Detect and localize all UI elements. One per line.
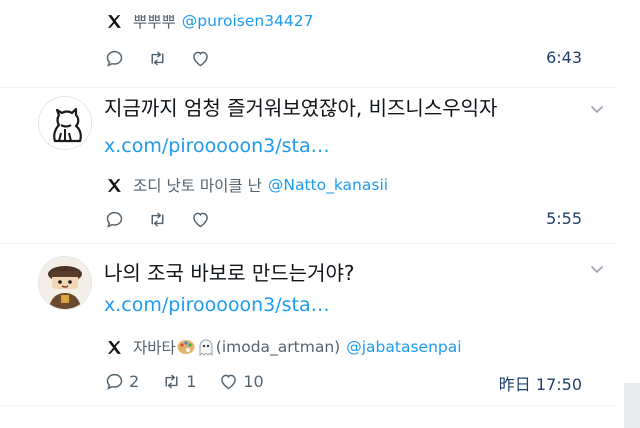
scrollbar[interactable] — [624, 383, 640, 428]
source-row: 자바타 (imoda_artman) @jabatasenpai — [106, 336, 462, 358]
tweet-link[interactable]: x.com/pirooooon3/sta… — [104, 291, 330, 319]
reply-button[interactable] — [104, 48, 125, 69]
x-logo-icon — [106, 13, 123, 30]
more-options-button[interactable] — [588, 100, 606, 118]
source-name-suffix: (imoda_artman) — [215, 338, 341, 356]
reply-bubble-icon — [106, 373, 123, 390]
tweet-1[interactable]: 뿌뿌뿌 @puroisen34427 6:43 — [0, 0, 620, 90]
source-name-prefix: 자바타 — [133, 339, 176, 357]
source-handle[interactable]: @jabatasenpai — [346, 338, 461, 356]
action-bar — [104, 207, 233, 231]
tweet-feed: 뿌뿌뿌 @puroisen34427 6:43 지금까지 엄청 즐거워보였잖아,… — [0, 0, 640, 428]
source-display-name: 뿌뿌뿌 — [133, 13, 176, 31]
reply-count: 2 — [129, 371, 140, 391]
heart-icon — [193, 51, 208, 66]
tweet-timestamp[interactable]: 6:43 — [546, 48, 582, 67]
x-logo-icon — [106, 177, 123, 194]
reply-bubble-icon — [106, 211, 123, 228]
action-bar — [104, 46, 233, 70]
tweet-text: 지금까지 엄청 즐거워보였잖아, 비즈니스우익자 — [104, 96, 498, 120]
chevron-down-icon — [591, 266, 603, 274]
tweet-2[interactable]: 지금까지 엄청 즐거워보였잖아, 비즈니스우익자 x.com/pirooooon… — [0, 88, 620, 244]
chevron-down-icon — [591, 106, 603, 114]
retweet-icon — [165, 374, 178, 388]
retweet-button[interactable] — [147, 209, 168, 230]
x-logo-icon — [106, 339, 123, 356]
palette-emoji-icon — [176, 338, 196, 356]
heart-icon — [193, 212, 208, 227]
reply-bubble-icon — [106, 50, 123, 67]
retweet-button[interactable]: 1 — [161, 371, 196, 392]
cat-silhouette-icon — [39, 97, 91, 149]
source-handle[interactable]: @Natto_kanasii — [268, 176, 388, 194]
reply-button[interactable]: 2 — [104, 371, 139, 392]
avatar[interactable] — [38, 256, 92, 310]
divider — [0, 405, 618, 406]
action-bar: 2 1 10 — [104, 369, 286, 393]
like-count: 10 — [243, 371, 264, 391]
retweet-button[interactable] — [147, 48, 168, 69]
source-row: 뿌뿌뿌 @puroisen34427 — [106, 10, 314, 32]
tweet-timestamp[interactable]: 昨日 17:50 — [499, 371, 582, 395]
avatar[interactable] — [38, 96, 92, 150]
cartoon-character-icon — [39, 257, 91, 309]
source-handle[interactable]: @puroisen34427 — [182, 12, 314, 30]
reply-button[interactable] — [104, 209, 125, 230]
tweet-link[interactable]: x.com/pirooooon3/sta… — [104, 132, 330, 160]
tweet-text: 나의 조국 바보로 만드는거야? — [104, 261, 355, 285]
tweet-3[interactable]: 나의 조국 바보로 만드는거야? x.com/pirooooon3/sta… 자… — [0, 244, 620, 404]
like-button[interactable]: 10 — [218, 371, 264, 392]
ghost-emoji-icon — [196, 338, 216, 357]
source-display-name: 조디 낫토 마이클 난 — [133, 177, 262, 195]
retweet-icon — [151, 212, 164, 226]
more-options-button[interactable] — [588, 260, 606, 278]
heart-icon — [221, 374, 237, 389]
tweet-timestamp[interactable]: 5:55 — [546, 209, 582, 228]
retweet-icon — [151, 51, 164, 65]
source-row: 조디 낫토 마이클 난 @Natto_kanasii — [106, 174, 388, 196]
like-button[interactable] — [190, 48, 211, 69]
like-button[interactable] — [190, 209, 211, 230]
retweet-count: 1 — [186, 371, 197, 391]
